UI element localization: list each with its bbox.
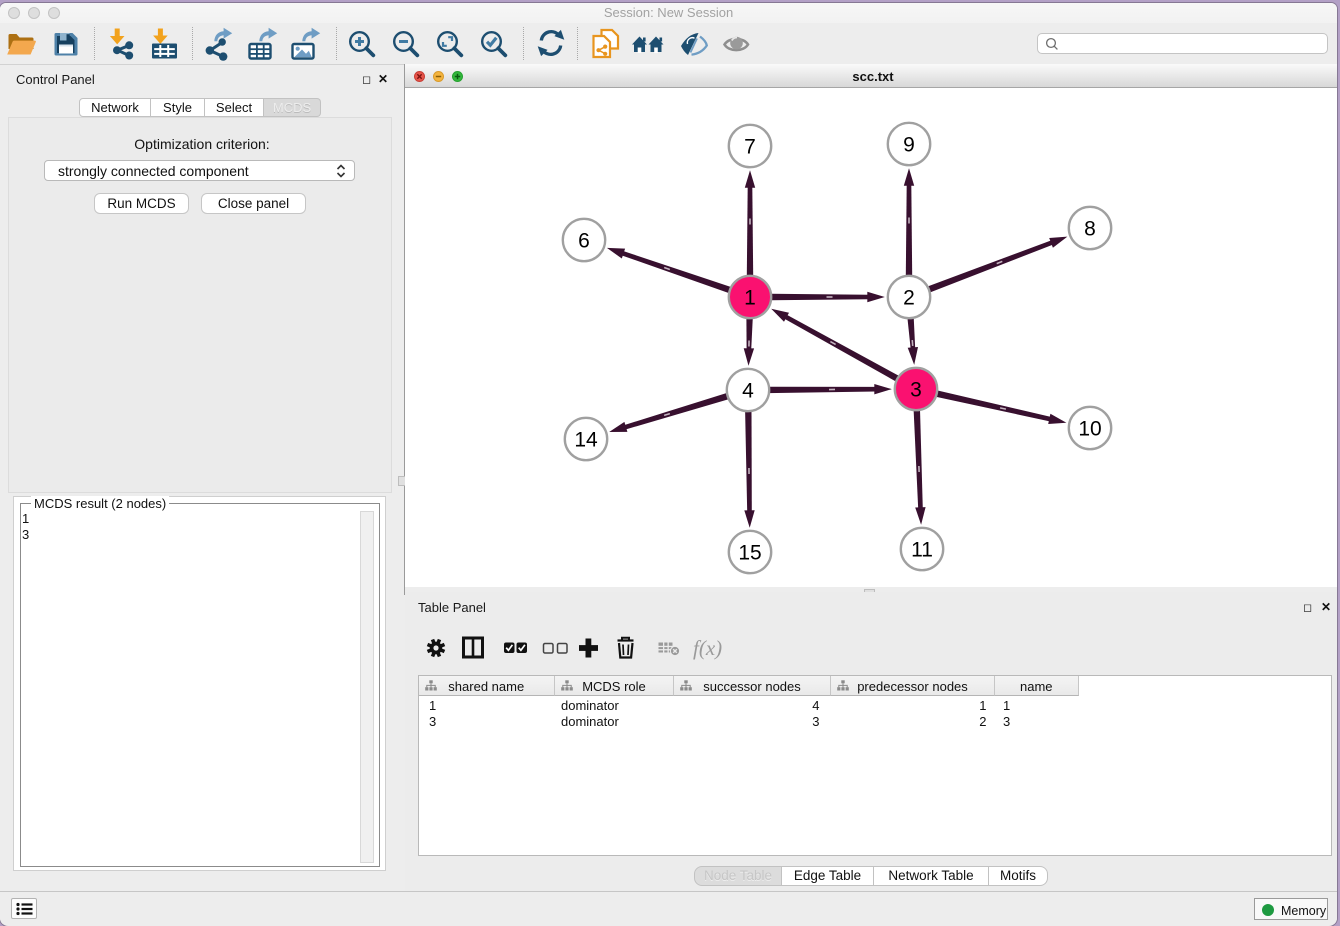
svg-text:9: 9 <box>903 134 915 157</box>
svg-text:1: 1 <box>744 287 756 310</box>
svg-text:14: 14 <box>574 429 598 452</box>
svg-text:2: 2 <box>903 287 915 310</box>
svg-text:11: 11 <box>911 539 933 562</box>
svg-text:10: 10 <box>1078 418 1101 441</box>
svg-text:6: 6 <box>578 230 590 253</box>
svg-text:8: 8 <box>1084 218 1096 241</box>
svg-text:15: 15 <box>738 542 761 565</box>
svg-text:3: 3 <box>910 379 922 402</box>
svg-text:7: 7 <box>744 136 756 159</box>
svg-text:f(x): f(x) <box>693 636 722 660</box>
svg-text:4: 4 <box>742 380 754 403</box>
